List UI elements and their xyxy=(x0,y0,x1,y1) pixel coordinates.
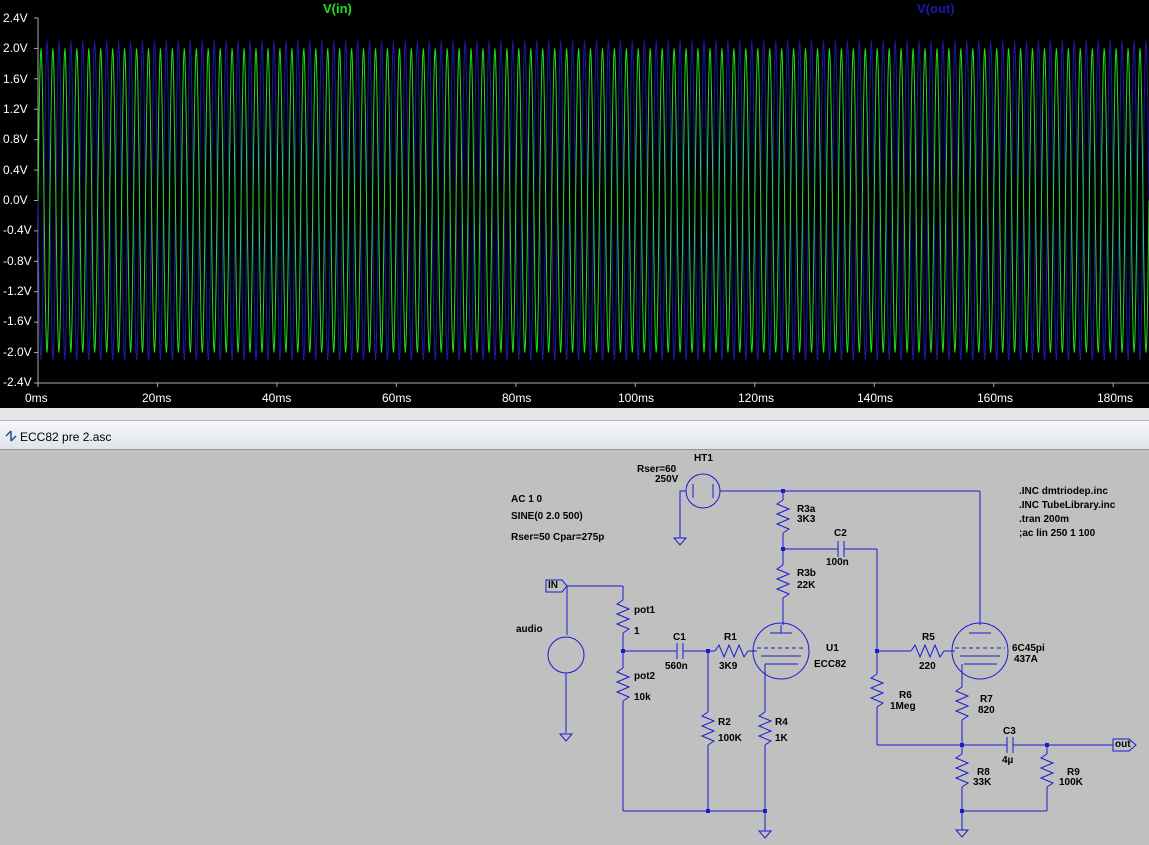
label-r5-name: R5 xyxy=(922,632,935,643)
resistor-r1[interactable] xyxy=(708,643,757,659)
label-pot1-name: pot1 xyxy=(634,605,656,616)
y-tick-label: 0.4V xyxy=(3,163,28,177)
label-audio-name: audio xyxy=(516,624,543,635)
label-u1-name: U1 xyxy=(826,643,839,654)
capacitor-c3[interactable] xyxy=(962,737,1113,753)
label-c1-value: 560n xyxy=(665,661,688,672)
label-c1-name: C1 xyxy=(673,632,686,643)
resistor-r5[interactable] xyxy=(877,643,955,659)
resistor-r7[interactable] xyxy=(954,686,970,745)
series-vin-trace xyxy=(37,48,1149,353)
schematic-editor[interactable]: AC 1 0 SINE(0 2.0 500) Rser=50 Cpar=275p… xyxy=(0,450,1149,845)
potentiometer-pot2[interactable] xyxy=(615,667,765,812)
input-wiring xyxy=(566,585,624,635)
triode-u1[interactable] xyxy=(752,622,810,680)
x-tick-label: 60ms xyxy=(382,391,412,405)
y-tick-label: -2.4V xyxy=(3,375,32,389)
y-tick-label: -0.4V xyxy=(3,223,32,237)
x-tick-label: 80ms xyxy=(502,391,532,405)
label-r5-value: 220 xyxy=(919,661,936,672)
label-r3b-name: R3b xyxy=(797,568,816,579)
y-tick-label: 0.0V xyxy=(3,193,28,207)
capacitor-c1[interactable] xyxy=(623,643,708,659)
resistor-r6[interactable] xyxy=(869,651,962,746)
x-tick-label: 140ms xyxy=(857,391,894,405)
y-tick-label: 1.2V xyxy=(3,102,28,116)
directive-ac-sweep[interactable]: ;ac lin 250 1 100 xyxy=(1019,528,1095,540)
label-r4-value: 1K xyxy=(775,733,788,744)
schematic-doc-icon xyxy=(5,430,17,442)
label-r6-value: 1Meg xyxy=(890,701,916,712)
label-ht1-name: HT1 xyxy=(694,453,713,464)
resistor-r9[interactable] xyxy=(1039,745,1055,811)
x-tick-label: 20ms xyxy=(142,391,172,405)
label-r4-name: R4 xyxy=(775,717,788,728)
y-tick-label: -1.6V xyxy=(3,314,32,328)
waveform-viewer[interactable]: V(in) V(out) 2.4V 2.0V 1.6V 1.2V 0.8V 0.… xyxy=(0,0,1149,408)
label-pot1-value: 1 xyxy=(634,626,640,637)
label-r9-value: 100K xyxy=(1059,777,1083,788)
x-tick-label: 40ms xyxy=(262,391,292,405)
legend-vout[interactable]: V(out) xyxy=(917,1,955,16)
resistor-r2[interactable] xyxy=(700,651,716,811)
potentiometer-pot1[interactable] xyxy=(615,599,631,668)
resistor-r3a[interactable] xyxy=(775,491,791,549)
waveform-plot[interactable] xyxy=(0,0,1149,408)
directive-source-params[interactable]: Rser=50 Cpar=275p xyxy=(511,532,604,544)
directive-sine[interactable]: SINE(0 2.0 500) xyxy=(511,511,583,523)
y-tick-label: -0.8V xyxy=(3,254,32,268)
label-r3b-value: 22K xyxy=(797,580,816,591)
label-c2-name: C2 xyxy=(834,528,847,539)
triode-6c45pi[interactable] xyxy=(951,622,1009,687)
document-tab-bar: ECC82 pre 2.asc xyxy=(0,420,1149,450)
label-c3-name: C3 xyxy=(1003,726,1016,737)
label-r3a-value: 3K3 xyxy=(797,514,816,525)
label-c2-value: 100n xyxy=(826,557,849,568)
y-tick-label: 2.0V xyxy=(3,41,28,55)
document-tab[interactable]: ECC82 pre 2.asc xyxy=(20,430,111,444)
label-c3-value: 4µ xyxy=(1002,755,1014,766)
label-r1-value: 3K9 xyxy=(719,661,738,672)
x-tick-label: 160ms xyxy=(977,391,1014,405)
directive-inc2[interactable]: .INC TubeLibrary.inc xyxy=(1019,500,1115,512)
label-r2-value: 100K xyxy=(718,733,742,744)
net-flag-in[interactable]: IN xyxy=(548,580,558,592)
y-tick-label: 2.4V xyxy=(3,11,28,25)
label-u1-value: ECC82 xyxy=(814,659,847,670)
x-tick-label: 0ms xyxy=(25,391,48,405)
label-r8-value: 33K xyxy=(973,777,992,788)
y-tick-label: 0.8V xyxy=(3,132,28,146)
label-pot2-value: 10k xyxy=(634,692,651,703)
x-tick-label: 120ms xyxy=(738,391,775,405)
directive-tran[interactable]: .tran 200m xyxy=(1019,514,1069,526)
label-tube2-value: 437A xyxy=(1014,654,1038,665)
resistor-r4[interactable] xyxy=(757,679,773,839)
net-flag-out[interactable]: out xyxy=(1115,739,1131,751)
label-ht1-value: 250V xyxy=(655,474,679,485)
voltage-source-audio[interactable] xyxy=(547,636,585,742)
label-r1-name: R1 xyxy=(724,632,737,643)
y-tick-label: -1.2V xyxy=(3,284,32,298)
directive-inc1[interactable]: .INC dmtriodep.inc xyxy=(1019,486,1108,498)
y-tick-label: 1.6V xyxy=(3,72,28,86)
label-pot2-name: pot2 xyxy=(634,671,656,682)
pane-splitter[interactable] xyxy=(0,408,1149,420)
x-tick-label: 100ms xyxy=(618,391,655,405)
label-r7-value: 820 xyxy=(978,705,995,716)
resistor-r3b[interactable] xyxy=(775,549,791,625)
legend-vin[interactable]: V(in) xyxy=(323,1,352,16)
y-tick-label: -2.0V xyxy=(3,345,32,359)
label-r2-name: R2 xyxy=(718,717,731,728)
x-tick-label: 180ms xyxy=(1097,391,1134,405)
directive-ac[interactable]: AC 1 0 xyxy=(511,494,542,506)
